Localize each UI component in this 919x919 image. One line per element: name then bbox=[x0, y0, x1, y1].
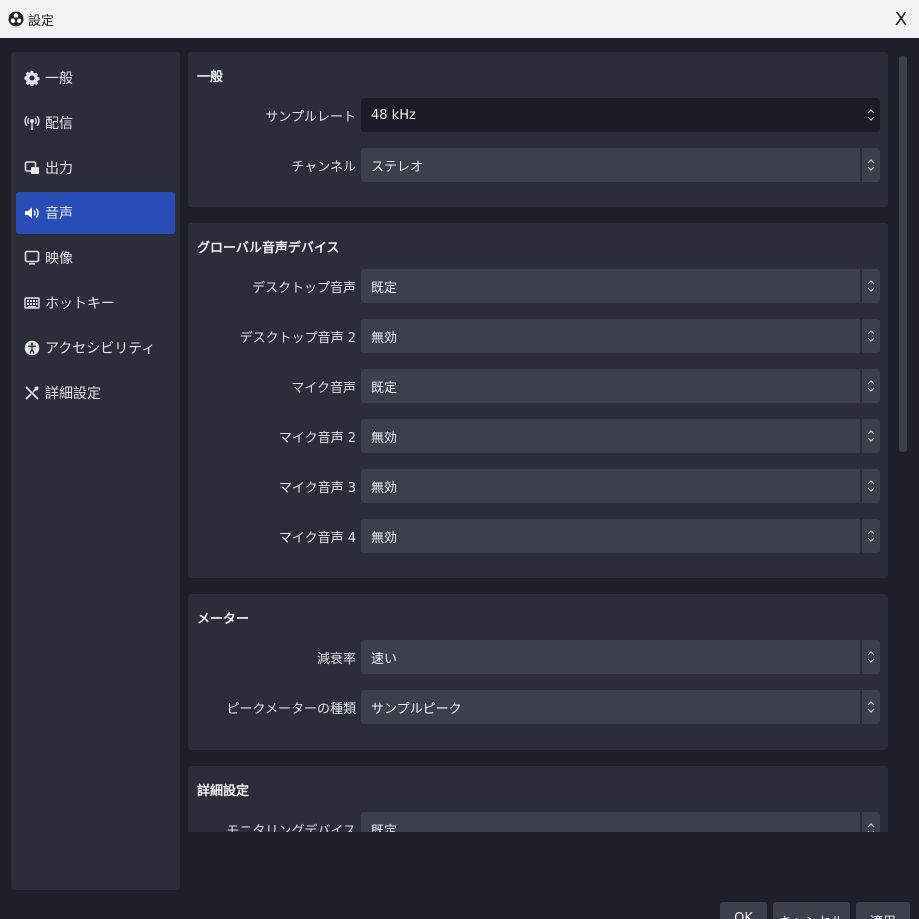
device-label: マイク音声 4 bbox=[278, 530, 356, 546]
global-audio-devices-section: グローバル音声デバイス デスクトップ音声 既定 デスクトップ音声 2 無効 マイ… bbox=[188, 223, 888, 578]
updown-arrows-icon bbox=[867, 823, 875, 832]
sidebar-item-label: 映像 bbox=[45, 251, 73, 267]
content-scrollbar[interactable] bbox=[896, 52, 910, 832]
device-label: デスクトップ音声 bbox=[251, 280, 356, 296]
peak-meter-type-select[interactable]: サンプルピーク bbox=[361, 690, 880, 724]
decay-rate-select[interactable]: 速い bbox=[361, 640, 880, 674]
section-title: メーター bbox=[197, 612, 250, 627]
tools-icon bbox=[24, 385, 40, 401]
desktop-audio-select[interactable]: 既定 bbox=[361, 269, 880, 303]
updown-arrows-icon bbox=[867, 430, 875, 442]
channel-label: チャンネル bbox=[291, 159, 356, 175]
obs-logo-icon bbox=[8, 11, 24, 27]
peak-meter-type-label: ピークメーターの種類 bbox=[226, 701, 356, 717]
mic-audio-3-select[interactable]: 無効 bbox=[361, 469, 880, 503]
sidebar-item-advanced[interactable]: 詳細設定 bbox=[16, 372, 175, 414]
device-value: 既定 bbox=[371, 280, 398, 296]
settings-content: 一般 サンプルレート 48 kHz チャンネル ステレオ グローバル音声デバイス… bbox=[188, 52, 888, 832]
sample-rate-label: サンプルレート bbox=[265, 109, 356, 125]
updown-arrows-icon bbox=[867, 330, 875, 342]
updown-arrows-icon bbox=[867, 530, 875, 542]
monitor-icon bbox=[24, 250, 40, 266]
close-button[interactable]: X bbox=[883, 0, 919, 38]
monitoring-device-label: モニタリングデバイス bbox=[226, 823, 356, 833]
sidebar-item-output[interactable]: 出力 bbox=[16, 147, 175, 189]
device-value: 無効 bbox=[371, 480, 398, 496]
cancel-button[interactable]: キャンセル bbox=[773, 902, 850, 919]
updown-arrows-icon bbox=[867, 159, 875, 171]
updown-arrows-icon bbox=[867, 109, 875, 121]
updown-arrows-icon bbox=[867, 280, 875, 292]
sidebar-item-hotkeys[interactable]: ホットキー bbox=[16, 282, 175, 324]
title-bar: 設定 X bbox=[0, 0, 919, 38]
device-value: 既定 bbox=[371, 380, 398, 396]
desktop-audio-row: デスクトップ音声 既定 bbox=[188, 269, 888, 303]
peak-meter-type-row: ピークメーターの種類 サンプルピーク bbox=[188, 690, 888, 724]
desktop-audio-2-row: デスクトップ音声 2 無効 bbox=[188, 319, 888, 353]
output-icon bbox=[24, 160, 40, 176]
antenna-icon bbox=[24, 115, 40, 131]
sidebar-item-stream[interactable]: 配信 bbox=[16, 102, 175, 144]
monitoring-device-select[interactable]: 既定 bbox=[361, 812, 880, 832]
device-label: マイク音声 3 bbox=[278, 480, 356, 496]
updown-arrows-icon bbox=[867, 480, 875, 492]
sidebar-item-general[interactable]: 一般 bbox=[16, 57, 175, 99]
accessibility-icon bbox=[24, 340, 40, 356]
monitoring-device-value: 既定 bbox=[371, 823, 398, 833]
monitoring-device-row: モニタリングデバイス 既定 bbox=[188, 812, 888, 832]
channel-row: チャンネル ステレオ bbox=[188, 148, 888, 182]
updown-arrows-icon bbox=[867, 380, 875, 392]
section-title: 詳細設定 bbox=[197, 784, 250, 799]
updown-arrows-icon bbox=[867, 701, 875, 713]
mic-audio-4-row: マイク音声 4 無効 bbox=[188, 519, 888, 553]
sidebar-item-label: 詳細設定 bbox=[45, 386, 101, 402]
mic-audio-row: マイク音声 既定 bbox=[188, 369, 888, 403]
general-section: 一般 サンプルレート 48 kHz チャンネル ステレオ bbox=[188, 52, 888, 207]
sidebar-item-label: 配信 bbox=[45, 116, 73, 132]
section-title: 一般 bbox=[197, 70, 224, 85]
decay-rate-value: 速い bbox=[371, 651, 398, 667]
device-value: 無効 bbox=[371, 430, 398, 446]
sidebar-item-audio[interactable]: 音声 bbox=[16, 192, 175, 234]
gear-icon bbox=[24, 70, 40, 86]
sidebar-item-accessibility[interactable]: アクセシビリティ bbox=[16, 327, 175, 369]
ok-button[interactable]: OK bbox=[720, 902, 767, 919]
device-label: デスクトップ音声 2 bbox=[239, 330, 356, 346]
device-label: マイク音声 bbox=[291, 380, 356, 396]
sample-rate-row: サンプルレート 48 kHz bbox=[188, 98, 888, 132]
device-value: 無効 bbox=[371, 330, 398, 346]
device-label: マイク音声 2 bbox=[278, 430, 356, 446]
sidebar-item-label: ホットキー bbox=[45, 296, 115, 312]
sidebar-item-label: 出力 bbox=[45, 161, 73, 177]
apply-button[interactable]: 適用 bbox=[856, 902, 910, 919]
meters-section: メーター 減衰率 速い ピークメーターの種類 サンプルピーク bbox=[188, 594, 888, 750]
section-title: グローバル音声デバイス bbox=[197, 241, 340, 256]
sample-rate-select[interactable]: 48 kHz bbox=[361, 98, 880, 132]
sample-rate-value: 48 kHz bbox=[371, 107, 416, 123]
updown-arrows-icon bbox=[867, 651, 875, 663]
decay-rate-row: 減衰率 速い bbox=[188, 640, 888, 674]
decay-rate-label: 減衰率 bbox=[316, 651, 356, 667]
keyboard-icon bbox=[24, 295, 40, 311]
sidebar-item-video[interactable]: 映像 bbox=[16, 237, 175, 279]
window-title: 設定 bbox=[28, 13, 55, 29]
sidebar-item-label: 音声 bbox=[45, 206, 73, 222]
scrollbar-thumb[interactable] bbox=[899, 56, 907, 452]
mic-audio-2-select[interactable]: 無効 bbox=[361, 419, 880, 453]
channel-select[interactable]: ステレオ bbox=[361, 148, 880, 182]
sidebar-item-label: アクセシビリティ bbox=[45, 341, 156, 357]
peak-meter-type-value: サンプルピーク bbox=[371, 701, 462, 717]
mic-audio-3-row: マイク音声 3 無効 bbox=[188, 469, 888, 503]
sidebar-item-label: 一般 bbox=[45, 71, 73, 87]
mic-audio-4-select[interactable]: 無効 bbox=[361, 519, 880, 553]
mic-audio-select[interactable]: 既定 bbox=[361, 369, 880, 403]
channel-value: ステレオ bbox=[371, 159, 424, 175]
settings-sidebar: 一般 配信 出力 音声 映像 ホットキー アクセシビリティ 詳細設定 bbox=[11, 52, 180, 890]
device-value: 無効 bbox=[371, 530, 398, 546]
desktop-audio-2-select[interactable]: 無効 bbox=[361, 319, 880, 353]
advanced-section: 詳細設定 モニタリングデバイス 既定 bbox=[188, 766, 888, 832]
mic-audio-2-row: マイク音声 2 無効 bbox=[188, 419, 888, 453]
speaker-icon bbox=[24, 205, 40, 221]
